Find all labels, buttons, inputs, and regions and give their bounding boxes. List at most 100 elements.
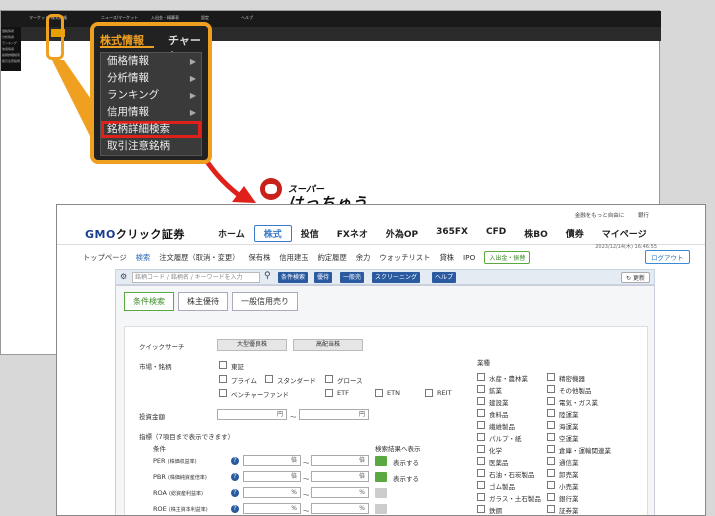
search-input[interactable]: 銘柄コード / 銘柄名 / キーワードを入力 xyxy=(132,272,260,283)
menu-item-ranking[interactable]: ランキング ▶ xyxy=(101,87,201,104)
industry-checkbox[interactable] xyxy=(477,445,485,453)
nav-365fx[interactable]: 365FX xyxy=(427,225,477,242)
site-logo[interactable]: GMOクリック証券 xyxy=(85,226,185,242)
industry-checkbox[interactable] xyxy=(547,493,555,501)
industry-checkbox[interactable] xyxy=(477,481,485,489)
tab-condition-search[interactable]: 条件検索 xyxy=(124,292,174,311)
industry-checkbox[interactable] xyxy=(477,409,485,417)
nav-cfd[interactable]: CFD xyxy=(477,225,515,242)
per-max-input[interactable]: 倍 xyxy=(311,455,369,466)
subnav-holdings[interactable]: 保有株 xyxy=(249,253,271,263)
industry-checkbox[interactable] xyxy=(477,433,485,441)
industry-checkbox[interactable] xyxy=(547,445,555,453)
industry-checkbox[interactable] xyxy=(547,385,555,393)
market-checkbox[interactable] xyxy=(219,361,227,369)
help-icon[interactable]: ? xyxy=(231,457,239,465)
industry-checkbox[interactable] xyxy=(477,457,485,465)
amount-max-input[interactable]: 円 xyxy=(299,409,369,420)
gear-icon[interactable]: ⚙ xyxy=(120,272,127,281)
nav-home[interactable]: ホーム xyxy=(209,225,254,242)
market-checkbox[interactable] xyxy=(375,389,383,397)
industry-checkbox[interactable] xyxy=(477,421,485,429)
market-checkbox[interactable] xyxy=(219,375,227,383)
industry-checkbox[interactable] xyxy=(477,385,485,393)
per-show-toggle[interactable] xyxy=(375,456,387,466)
pbr-max-input[interactable]: 倍 xyxy=(311,471,369,482)
tab-general-margin-sell[interactable]: 一般信用売り xyxy=(232,292,298,311)
market-checkbox[interactable] xyxy=(325,389,333,397)
help-icon[interactable]: ? xyxy=(231,473,239,481)
industry-checkbox[interactable] xyxy=(547,409,555,417)
help-icon[interactable]: ? xyxy=(231,505,239,513)
subnav-executions[interactable]: 約定履歴 xyxy=(318,253,347,263)
pbr-show-toggle[interactable] xyxy=(375,472,387,482)
pbr-min-input[interactable]: 倍 xyxy=(243,471,301,482)
market-label-standard: スタンダード xyxy=(277,377,316,385)
industry-checkbox[interactable] xyxy=(477,493,485,501)
industry-label-item: 証券業 xyxy=(559,507,579,515)
industry-checkbox[interactable] xyxy=(547,505,555,513)
market-checkbox[interactable] xyxy=(219,389,227,397)
subnav-margin[interactable]: 信用建玉 xyxy=(279,253,308,263)
subnav-watchlist[interactable]: ウォッチリスト xyxy=(379,253,430,263)
nav-mypage[interactable]: マイページ xyxy=(593,225,656,242)
roe-max-input[interactable]: % xyxy=(311,503,369,514)
roa-show-toggle[interactable] xyxy=(375,488,387,498)
industry-label-item: 食料品 xyxy=(489,411,509,419)
deposit-button[interactable]: 入出金・振替 xyxy=(484,251,531,264)
tutorial-canvas: マーケット 株式情報 ニュース/マーケット 入出金・精算表 設定 ヘルプ 価格情… xyxy=(0,0,715,516)
industry-checkbox[interactable] xyxy=(547,469,555,477)
subnav-lending[interactable]: 貸株 xyxy=(439,253,454,263)
industry-checkbox[interactable] xyxy=(477,397,485,405)
menu-item-margin-info[interactable]: 信用情報 ▶ xyxy=(101,104,201,121)
quick-large-cap-button[interactable]: 大型優良株 xyxy=(217,339,287,351)
general-sell-button[interactable]: 一般売 xyxy=(340,272,365,283)
subnav-top[interactable]: トップページ xyxy=(83,253,127,263)
industry-checkbox[interactable] xyxy=(547,481,555,489)
menu-item-analysis[interactable]: 分析情報 ▶ xyxy=(101,70,201,87)
nav-fund[interactable]: 投信 xyxy=(292,225,328,242)
bank-link[interactable]: 銀行 xyxy=(638,213,649,219)
industry-checkbox[interactable] xyxy=(477,373,485,381)
menu-item-caution-stocks[interactable]: 取引注意銘柄 xyxy=(101,138,201,155)
search-icon[interactable]: ⚲ xyxy=(264,271,271,281)
logout-button[interactable]: ログアウト xyxy=(645,250,690,264)
industry-checkbox[interactable] xyxy=(477,505,485,513)
roe-show-toggle[interactable] xyxy=(375,504,387,514)
menu-item-price-info[interactable]: 価格情報 ▶ xyxy=(101,53,201,70)
market-checkbox[interactable] xyxy=(265,375,273,383)
help-button[interactable]: ヘルプ xyxy=(432,272,457,283)
tagline-link[interactable]: 金融をもっと自由に xyxy=(575,213,625,219)
subnav-ipo[interactable]: IPO xyxy=(463,253,475,262)
nav-bo[interactable]: 株BO xyxy=(515,225,557,242)
market-checkbox[interactable] xyxy=(325,375,333,383)
subnav-search[interactable]: 検索 xyxy=(136,253,151,263)
industry-checkbox[interactable] xyxy=(477,469,485,477)
subnav-orders[interactable]: 注文履歴（取消・変更） xyxy=(159,253,239,263)
refresh-button[interactable]: ↻ 更新 xyxy=(621,272,650,283)
nav-fx[interactable]: FXネオ xyxy=(328,225,377,242)
benefits-button[interactable]: 優待 xyxy=(314,272,333,283)
nav-bond[interactable]: 債券 xyxy=(557,225,593,242)
industry-checkbox[interactable] xyxy=(547,457,555,465)
industry-checkbox[interactable] xyxy=(547,397,555,405)
nav-stock[interactable]: 株式 xyxy=(253,225,292,242)
industry-checkbox[interactable] xyxy=(547,433,555,441)
roa-max-input[interactable]: % xyxy=(311,487,369,498)
help-icon[interactable]: ? xyxy=(231,489,239,497)
quick-high-dividend-button[interactable]: 高配当株 xyxy=(293,339,363,351)
industry-checkbox[interactable] xyxy=(547,373,555,381)
nav-fxop[interactable]: 外為OP xyxy=(377,225,427,242)
condition-search-button[interactable]: 条件検索 xyxy=(278,272,309,283)
subnav-power[interactable]: 余力 xyxy=(356,253,371,263)
tab-shareholder-benefits[interactable]: 株主優待 xyxy=(178,292,228,311)
roa-min-input[interactable]: % xyxy=(243,487,301,498)
industry-label: 業種 xyxy=(477,359,490,367)
industry-checkbox[interactable] xyxy=(547,421,555,429)
roe-min-input[interactable]: % xyxy=(243,503,301,514)
screening-button[interactable]: スクリーニング xyxy=(372,272,421,283)
amount-min-input[interactable]: 円 xyxy=(217,409,287,420)
per-min-input[interactable]: 倍 xyxy=(243,455,301,466)
menu-item-detailed-search[interactable]: 銘柄詳細検索 xyxy=(101,121,201,138)
market-checkbox[interactable] xyxy=(425,389,433,397)
